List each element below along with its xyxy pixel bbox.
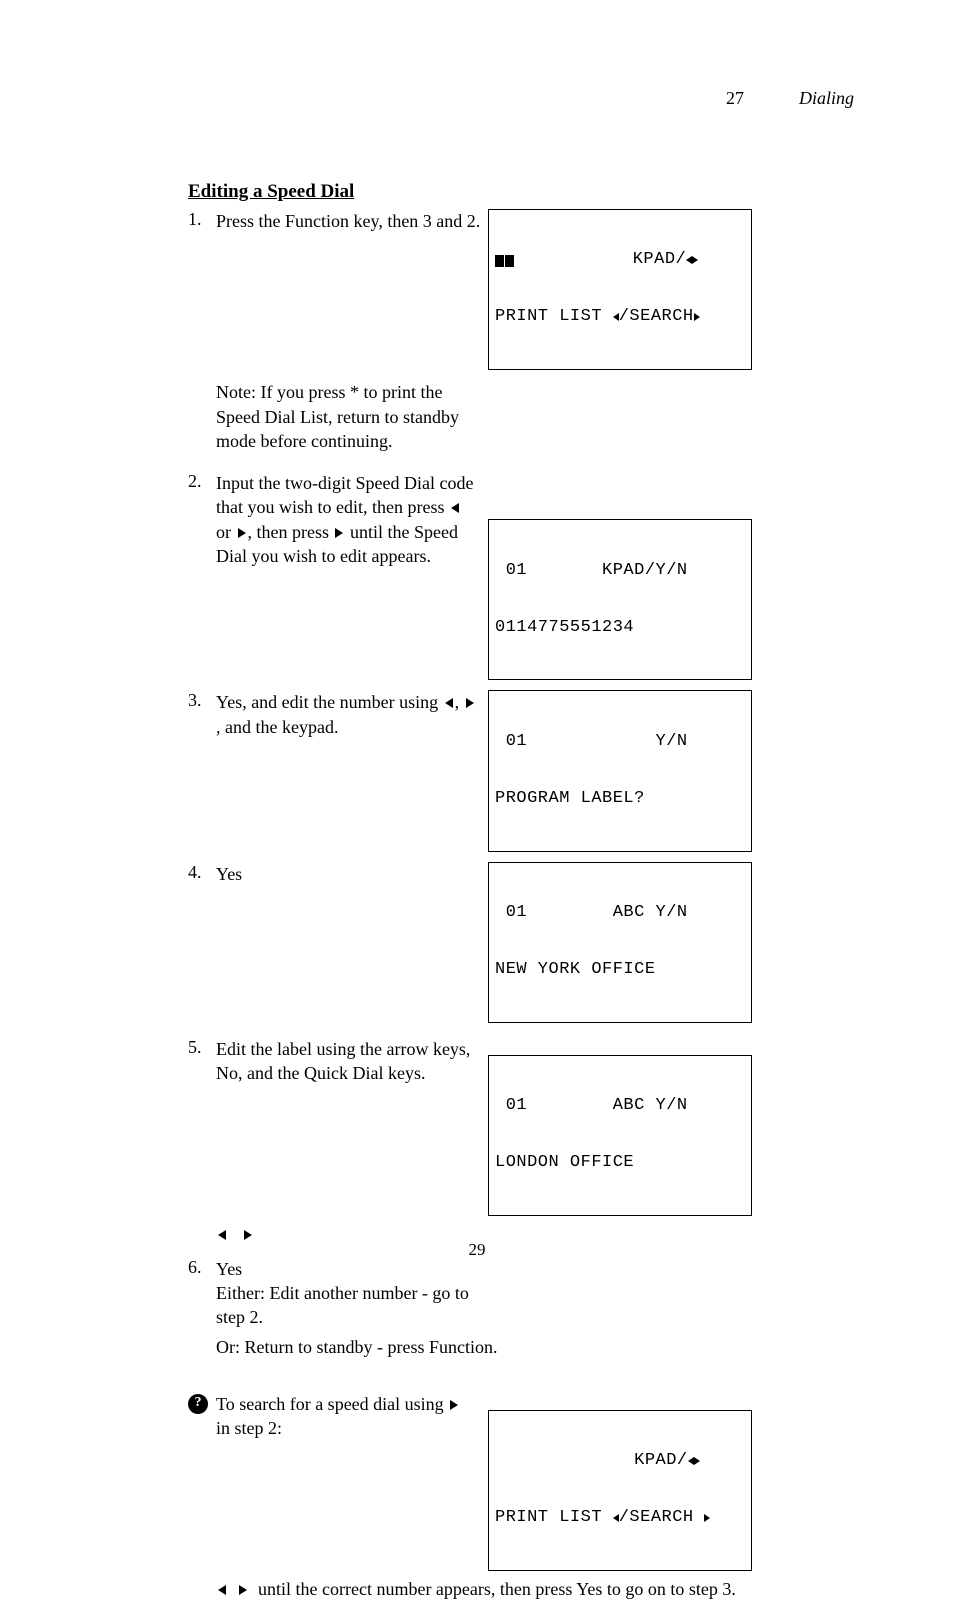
search-text: To search for a speed dial using xyxy=(216,1394,444,1414)
step-number: 2. xyxy=(188,471,216,492)
step-5: 5. Edit the label using the arrow keys, … xyxy=(188,1037,854,1216)
lcd-display: KPAD/ PRINT LIST /SEARCH xyxy=(488,209,752,370)
step-text: Yes, and edit the number using , , and t… xyxy=(216,690,476,739)
lcd-text: 01 Y/N xyxy=(495,732,688,752)
lcd-text: KPAD/ xyxy=(515,250,686,270)
lcd-text: 01 ABC Y/N xyxy=(495,903,688,923)
search-tip: ? To search for a speed dial using in st… xyxy=(188,1392,854,1571)
lcd-display: 01 ABC Y/N LONDON OFFICE xyxy=(488,1055,752,1216)
triangle-right-icon xyxy=(335,528,343,538)
section-heading: Editing a Speed Dial xyxy=(188,181,854,203)
lcd-text: NEW YORK OFFICE xyxy=(495,960,656,980)
step-number: 4. xyxy=(188,862,216,883)
step-number: 5. xyxy=(188,1037,216,1058)
step-3: 3. Yes, and edit the number using , , an… xyxy=(188,690,854,851)
cursor-block-icon xyxy=(495,255,504,267)
triangle-left-icon xyxy=(218,1585,226,1595)
triangle-right-icon xyxy=(239,1585,247,1595)
triangle-left-icon xyxy=(445,698,453,708)
question-icon: ? xyxy=(188,1394,208,1414)
triangle-right-icon xyxy=(694,313,700,321)
triangle-right-icon xyxy=(466,698,474,708)
step-text: Press the Function key, then 3 and 2. xyxy=(216,209,480,233)
page: 27 Dialing Editing a Speed Dial 1. Press… xyxy=(0,0,954,1350)
step-text: Edit the label using the arrow keys, No,… xyxy=(216,1037,476,1086)
step-4: 4. Yes 01 ABC Y/N NEW YORK OFFICE xyxy=(188,862,854,1023)
lcd-text: /SEARCH xyxy=(619,307,694,327)
content-area: Editing a Speed Dial 1. Press the Functi… xyxy=(188,181,854,1601)
search-text: in step 2: xyxy=(216,1418,282,1438)
step-text: Yes xyxy=(216,862,242,886)
step-number: 3. xyxy=(188,690,216,711)
triangle-right-icon xyxy=(704,1514,710,1522)
triangle-left-icon xyxy=(218,1230,226,1240)
footer-page-number: 29 xyxy=(0,1240,954,1260)
lcd-display: 01 ABC Y/N NEW YORK OFFICE xyxy=(488,862,752,1023)
chapter-title: Dialing xyxy=(799,88,854,109)
step-6-option-2: Or: Return to standby - press Function. xyxy=(216,1335,616,1359)
lcd-text: 01 KPAD/Y/N xyxy=(495,561,688,581)
step-text: Yes Either: Edit another number - go to … xyxy=(216,1257,476,1330)
lcd-text: PROGRAM LABEL? xyxy=(495,789,645,809)
step-option: Either: Edit another number - go to step… xyxy=(216,1283,469,1327)
lcd-display: 01 KPAD/Y/N 0114775551234 xyxy=(488,519,752,680)
search-body: until the correct number appears, then p… xyxy=(216,1577,854,1601)
step-1: 1. Press the Function key, then 3 and 2.… xyxy=(188,209,854,370)
lcd-text: PRINT LIST xyxy=(495,307,613,327)
lcd-text: KPAD/ xyxy=(495,1451,688,1471)
step-text: Input the two-digit Speed Dial code that… xyxy=(216,471,476,568)
triangle-right-icon xyxy=(692,256,698,264)
triangle-right-icon xyxy=(450,1400,458,1410)
triangle-left-icon xyxy=(451,503,459,513)
lcd-text: PRINT LIST xyxy=(495,1508,613,1528)
cursor-block-icon xyxy=(505,255,514,267)
triangle-right-icon xyxy=(694,1457,700,1465)
step-6: 6. Yes Either: Edit another number - go … xyxy=(188,1257,854,1330)
triangle-right-icon xyxy=(244,1230,252,1240)
note-block: Note: If you press * to print the Speed … xyxy=(216,380,476,453)
lcd-text: /SEARCH xyxy=(619,1508,705,1528)
lcd-text: LONDON OFFICE xyxy=(495,1153,634,1173)
lcd-display: KPAD/ PRINT LIST /SEARCH xyxy=(488,1410,752,1571)
step-2: 2. Input the two-digit Speed Dial code t… xyxy=(188,471,854,680)
lcd-text: 01 ABC Y/N xyxy=(495,1096,688,1116)
triangle-right-icon xyxy=(238,528,246,538)
lcd-display: 01 Y/N PROGRAM LABEL? xyxy=(488,690,752,851)
page-number-top: 27 xyxy=(726,88,744,109)
lcd-text: 0114775551234 xyxy=(495,618,634,638)
step-number: 1. xyxy=(188,209,216,230)
